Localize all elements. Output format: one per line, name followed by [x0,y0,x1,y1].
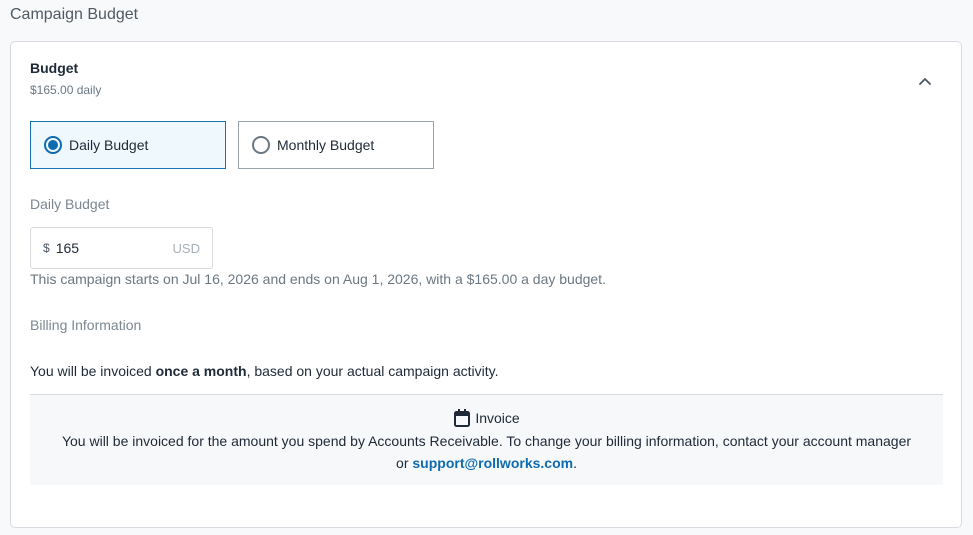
invoice-description: You will be invoiced for the amount you … [61,433,912,471]
daily-budget-option[interactable]: Daily Budget [30,121,226,169]
collapse-button[interactable] [914,70,936,92]
invoice-frequency-text: You will be invoiced once a month, based… [30,363,499,379]
daily-budget-input[interactable]: $ 165 USD [30,227,213,269]
support-email-link[interactable]: support@rollworks.com [412,455,573,471]
campaign-schedule-note: This campaign starts on Jul 16, 2026 and… [30,271,606,287]
daily-budget-field-label: Daily Budget [30,196,110,212]
page-title: Campaign Budget [10,6,139,23]
currency-symbol: $ [43,241,50,255]
invoice-title: Invoice [475,410,520,426]
radio-selected-icon[interactable] [44,136,62,154]
radio-unselected-icon[interactable] [252,136,270,154]
billing-heading: Billing Information [30,317,142,333]
monthly-budget-label: Monthly Budget [277,137,375,153]
currency-unit: USD [172,240,200,256]
invoice-heading: Invoice [30,408,943,428]
section-title: Budget [30,60,79,76]
calendar-icon [454,409,471,427]
invoice-info-box: Invoice You will be invoiced for the amo… [30,394,943,485]
budget-amount[interactable]: 165 [56,240,173,256]
daily-budget-label: Daily Budget [69,137,149,153]
budget-card: Budget $165.00 daily Daily Budget Monthl… [10,41,962,528]
budget-summary: $165.00 daily [30,83,102,97]
chevron-up-icon [919,78,931,85]
monthly-budget-option[interactable]: Monthly Budget [238,121,434,169]
